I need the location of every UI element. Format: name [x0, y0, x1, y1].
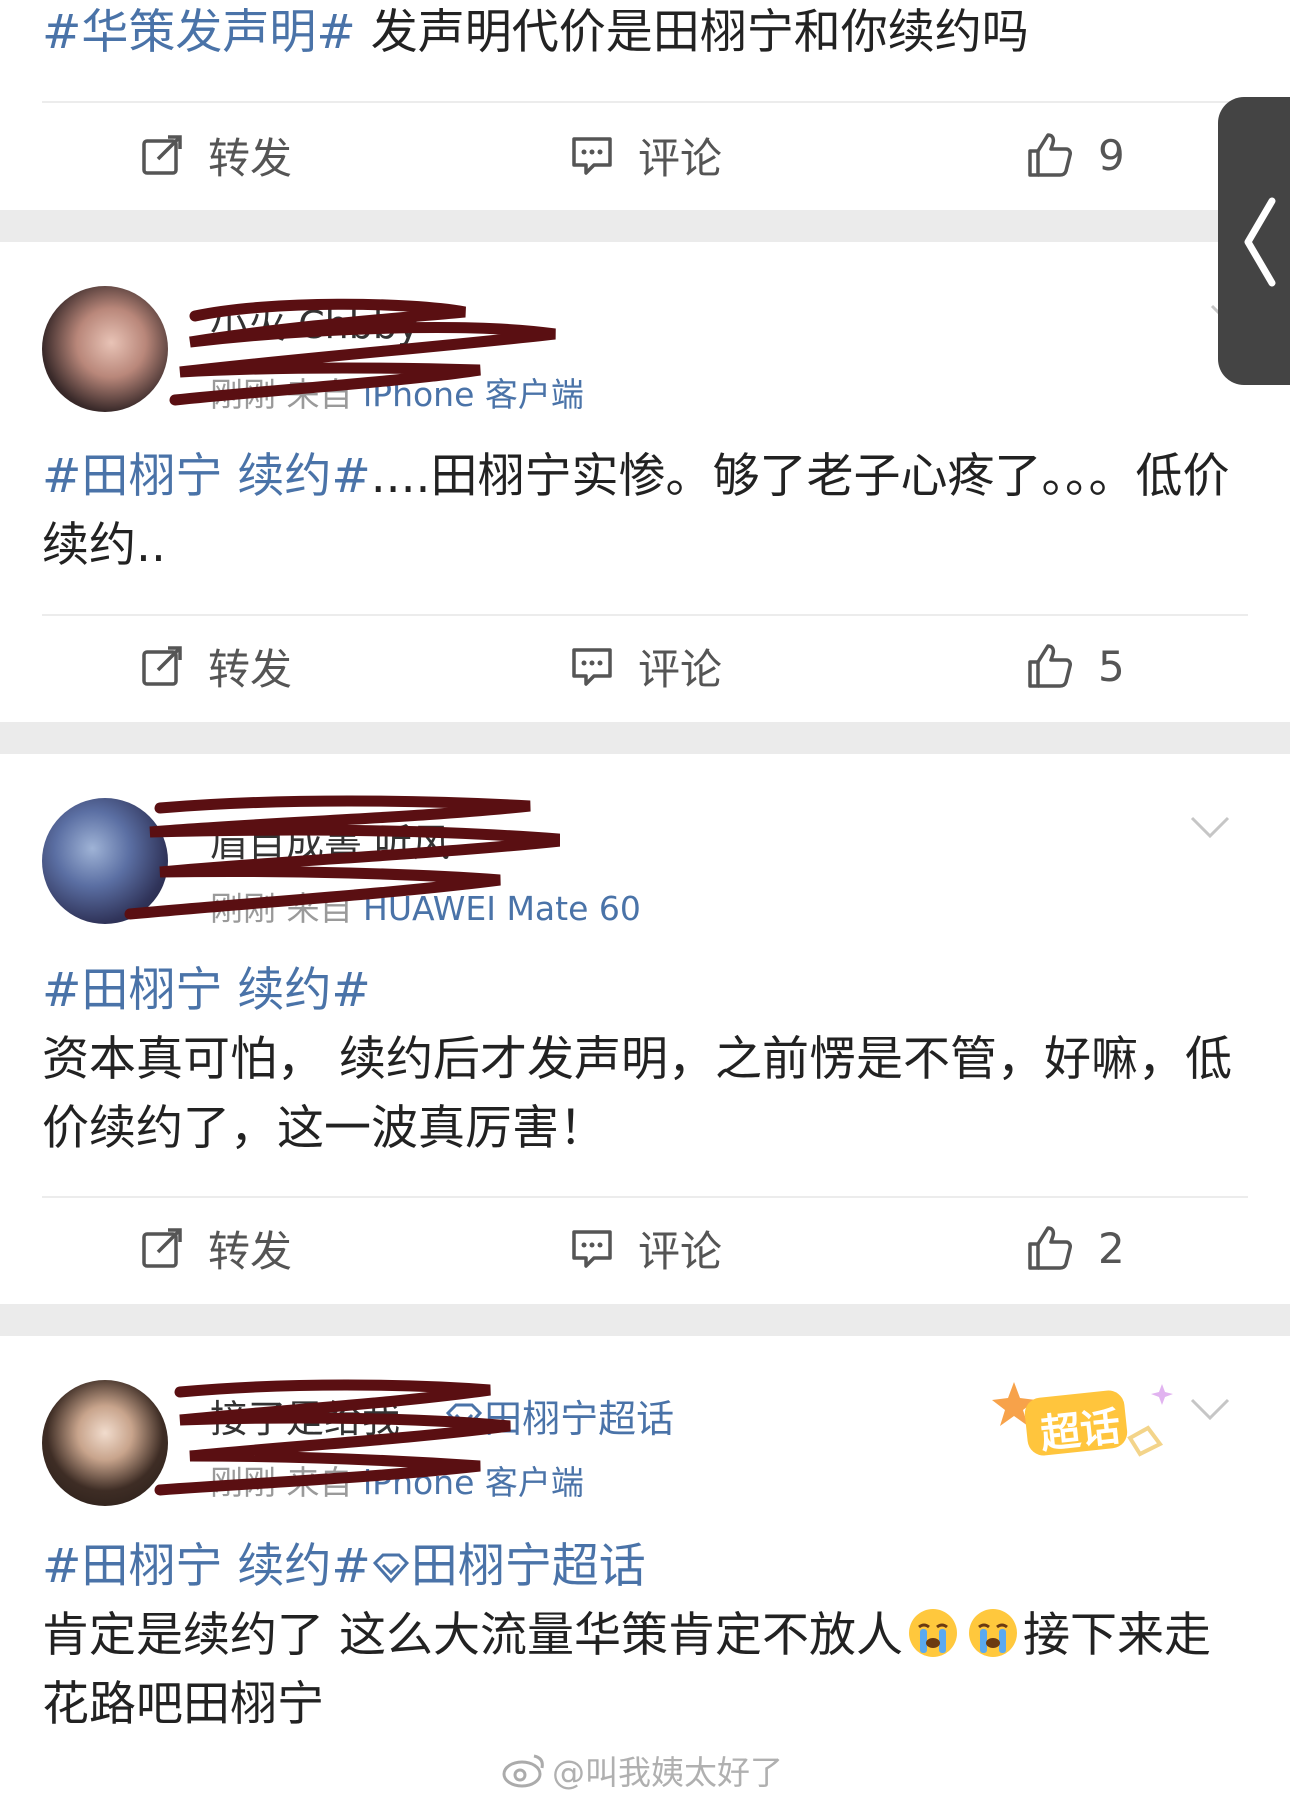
chevron-down-icon [1190, 1398, 1230, 1421]
chevron-down-icon [1190, 816, 1230, 839]
supertopic-link[interactable]: 田栩宁超话 [484, 1397, 674, 1441]
hashtag-link[interactable]: #田栩宁 续约# [42, 449, 371, 504]
post-from: 来自 [286, 889, 353, 928]
hashtag-link[interactable]: #田栩宁 续约# [42, 1539, 371, 1594]
avatar[interactable] [42, 286, 168, 412]
supertopic-link[interactable]: 田栩宁超话 [411, 1539, 646, 1594]
post-meta: 刚刚 来自 iPhone 客户端 [210, 368, 584, 416]
post-card: 眉目成書 听风 刚刚 来自 HUAWEI Mate 60 #田栩宁 续约# 资本… [0, 754, 1290, 1304]
avatar[interactable] [42, 1380, 168, 1506]
post-text: #田栩宁 续约# 田栩宁超话 肯定是续约了 这么大流量华策肯定不放人 接下来走花路吧… [42, 1532, 1240, 1739]
divider [42, 101, 1248, 103]
comment-button[interactable]: 评论 [570, 105, 722, 205]
action-bar: 转发 评论 9 [0, 105, 1290, 205]
post-card: 小火 Chbby 刚刚 来自 iPhone 客户端 #田栩宁 续约#....田栩… [0, 242, 1290, 722]
username[interactable]: 小火 Chbby [210, 294, 419, 349]
repost-label: 转发 [208, 644, 293, 694]
hashtag-link[interactable]: #华策发声明# [42, 5, 356, 60]
action-bar: 转发 评论 5 [0, 616, 1290, 716]
repost-button[interactable]: 转发 [140, 1198, 292, 1298]
like-icon [1028, 1226, 1072, 1270]
side-collapse-tab[interactable] [1218, 97, 1290, 385]
post-text: #田栩宁 续约# 资本真可怕， 续约后才发声明，之前愣是不管，好嘛，低价续约了，… [42, 956, 1240, 1163]
avatar[interactable] [42, 798, 168, 924]
post-text: #田栩宁 续约#....田栩宁实惨。够了老子心疼了。。。低价续约.. [42, 442, 1240, 580]
supertopic-badge[interactable]: 超话 [990, 1372, 1180, 1472]
post-menu-chevron[interactable] [1190, 816, 1230, 842]
post-menu-chevron[interactable] [1190, 1398, 1230, 1424]
like-icon [1028, 644, 1072, 688]
post-card: #华策发声明# 发声明代价是田栩宁和你续约吗 转发 评论 9 [0, 0, 1290, 210]
post-time: 刚刚 [210, 375, 276, 414]
repost-icon [142, 646, 182, 686]
supertopic-badge-label: 超话 [1038, 1403, 1123, 1459]
post-body: 发声明代价是田栩宁和你续约吗 [355, 5, 1029, 60]
supertopic-diamond-icon [446, 1403, 483, 1434]
like-button[interactable]: 9 [1026, 105, 1125, 205]
watermark-text: @叫我姨太好了 [552, 1753, 783, 1792]
post-time: 刚刚 [210, 1463, 276, 1502]
like-button[interactable]: 5 [1026, 616, 1125, 716]
supertopic-diamond-icon [372, 1553, 409, 1584]
post-meta: 刚刚 来自 iPhone 客户端 [210, 1456, 584, 1504]
like-count: 9 [1098, 130, 1125, 180]
like-icon [1028, 133, 1072, 177]
weibo-logo-icon [502, 1754, 544, 1788]
post-source: HUAWEI Mate 60 [363, 889, 641, 928]
post-time: 刚刚 [210, 889, 276, 928]
post-body: 肯定是续约了 这么大流量华策肯定不放人 接下来走花路吧田栩宁 [42, 1601, 1240, 1739]
username[interactable]: 眉目成書 听风 [210, 812, 450, 867]
post-source: iPhone 客户端 [363, 1463, 584, 1502]
post-body: 资本真可怕， 续约后才发声明，之前愣是不管，好嘛，低价续约了，这一波真厉害！ [42, 1032, 1232, 1156]
watermark: @叫我姨太好了 [502, 1746, 783, 1794]
repost-icon [142, 1228, 182, 1268]
comment-label: 评论 [638, 644, 723, 694]
repost-button[interactable]: 转发 [140, 105, 292, 205]
post-text: #华策发声明# 发声明代价是田栩宁和你续约吗 [42, 0, 1240, 67]
like-count: 2 [1098, 1223, 1125, 1273]
post-card: 接了是给我 田栩宁超话 刚刚 来自 iPhone 客户端 超话 #田栩宁 续约#… [0, 1336, 1290, 1801]
like-button[interactable]: 2 [1026, 1198, 1125, 1298]
hashtag-link[interactable]: #田栩宁 续约# [42, 956, 1240, 1025]
crying-emoji-icon [968, 1609, 1017, 1657]
username-text: 接了是给我 [210, 1397, 401, 1441]
post-body-part: 肯定是续约了 这么大流量华策肯定不放人 [42, 1608, 903, 1663]
post-from: 来自 [286, 375, 353, 414]
action-bar: 转发 评论 2 [0, 1198, 1290, 1298]
comment-label: 评论 [638, 1226, 723, 1276]
comment-button[interactable]: 评论 [570, 616, 722, 716]
repost-label: 转发 [208, 1226, 293, 1276]
like-count: 5 [1098, 641, 1125, 691]
comment-icon [572, 1230, 612, 1268]
crying-emoji-icon [908, 1609, 957, 1657]
post-meta: 刚刚 来自 HUAWEI Mate 60 [210, 882, 641, 930]
comment-button[interactable]: 评论 [570, 1198, 722, 1298]
repost-label: 转发 [208, 133, 293, 183]
post-from: 来自 [286, 1463, 353, 1502]
repost-button[interactable]: 转发 [140, 616, 292, 716]
comment-icon [572, 137, 612, 175]
comment-label: 评论 [638, 133, 723, 183]
username[interactable]: 接了是给我 田栩宁超话 [210, 1388, 674, 1443]
chevron-left-icon [1244, 197, 1276, 287]
repost-icon [142, 135, 182, 175]
comment-icon [572, 648, 612, 686]
post-source: iPhone 客户端 [363, 375, 584, 414]
